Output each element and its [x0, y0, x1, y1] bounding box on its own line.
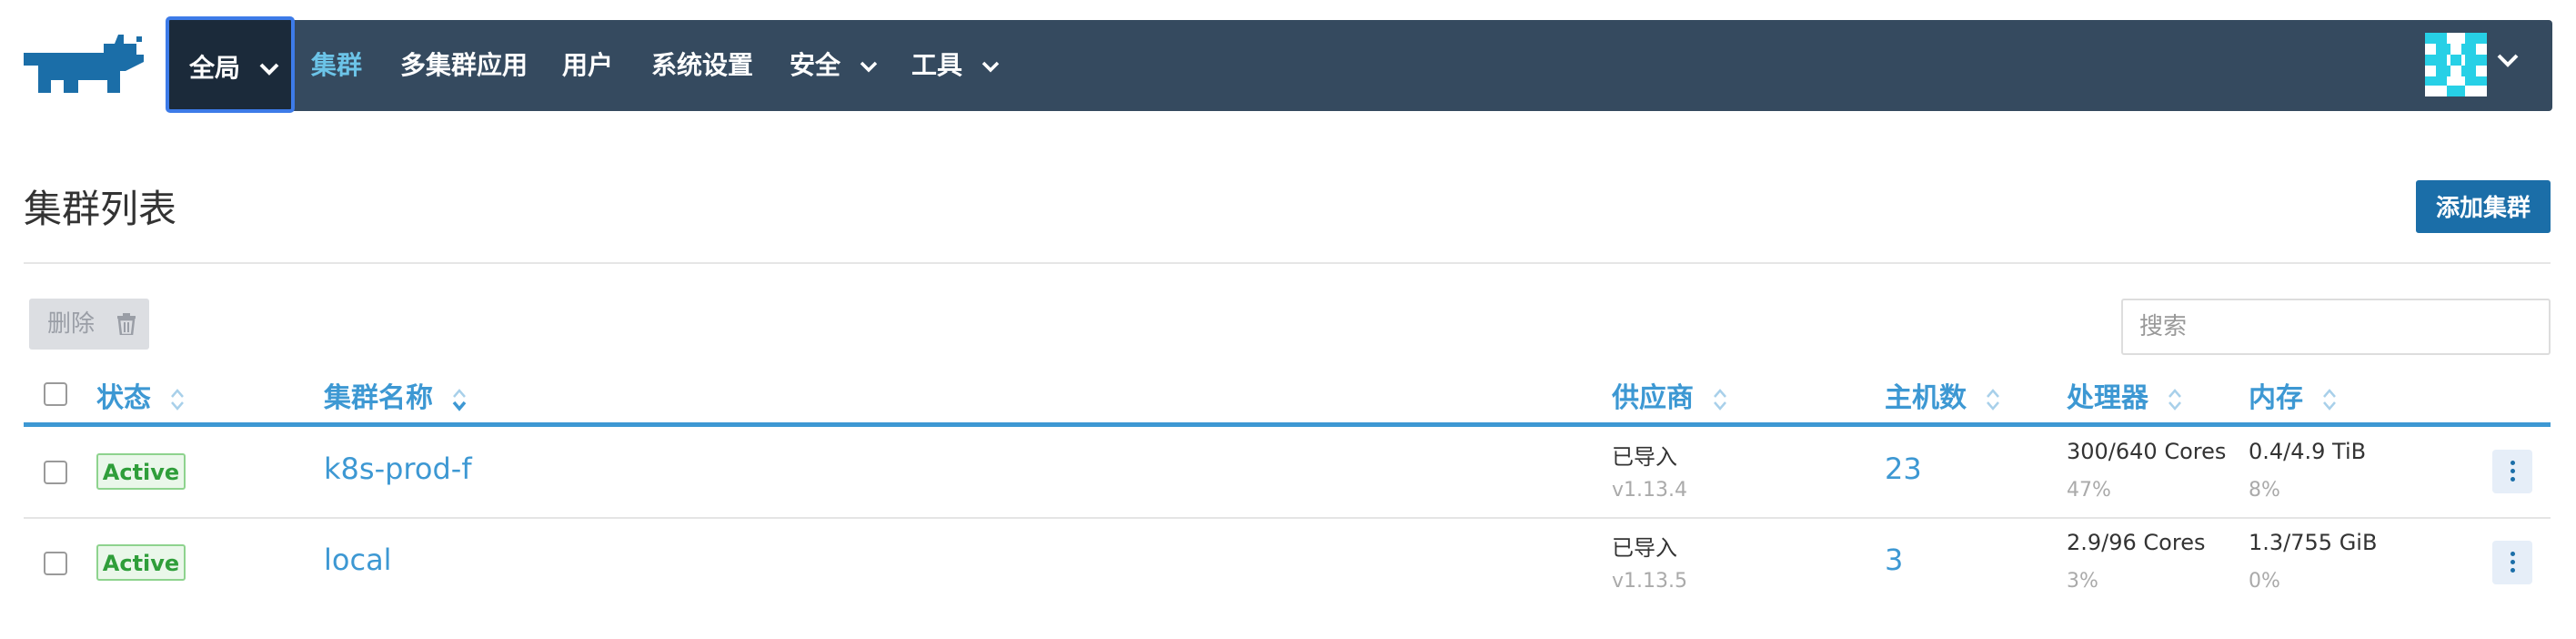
- row-checkbox[interactable]: [44, 461, 67, 484]
- row-actions-button[interactable]: [2492, 450, 2532, 493]
- column-header-label: 主机数: [1885, 382, 1967, 414]
- delete-button-label: 删除: [47, 310, 96, 338]
- nav-item-label: 用户: [562, 50, 614, 80]
- node-count-link[interactable]: 3: [1885, 543, 1903, 577]
- status-badge: Active: [96, 453, 186, 490]
- sort-icon: [171, 388, 185, 411]
- column-header-state[interactable]: 状态: [96, 375, 186, 415]
- nav-item-clusters[interactable]: 集群: [311, 20, 362, 111]
- delete-button[interactable]: 删除: [29, 299, 149, 350]
- chevron-down-icon: [259, 63, 279, 76]
- chevron-down-icon[interactable]: [2496, 53, 2520, 69]
- sort-descending-icon: [453, 388, 467, 411]
- memory-usage: 0.4/4.9 TiB: [2249, 439, 2367, 464]
- provider-text: 已导入: [1612, 535, 1677, 561]
- node-count-link[interactable]: 23: [1885, 451, 1922, 486]
- divider: [24, 262, 2551, 264]
- rancher-logo-icon[interactable]: [24, 35, 146, 98]
- column-header-nodes[interactable]: 主机数: [1885, 375, 2001, 415]
- search-input[interactable]: [2121, 299, 2551, 355]
- nav-item-multi-cluster-apps[interactable]: 多集群应用: [400, 20, 528, 111]
- nav-item-global[interactable]: 全局: [166, 16, 295, 113]
- chevron-down-icon: [981, 61, 1000, 73]
- nav-item-label: 多集群应用: [400, 50, 528, 80]
- column-header-label: 内存: [2249, 382, 2303, 414]
- nav-item-users[interactable]: 用户: [562, 20, 613, 111]
- column-header-label: 处理器: [2067, 382, 2148, 414]
- row-checkbox[interactable]: [44, 552, 67, 575]
- row-actions-button[interactable]: [2492, 541, 2532, 584]
- top-navigation: 全局 集群 多集群应用 用户 系统设置 安全 工具: [0, 0, 2576, 118]
- trash-icon: [117, 313, 136, 335]
- column-header-label: 状态: [96, 382, 151, 414]
- column-header-cpu[interactable]: 处理器: [2067, 375, 2183, 415]
- cluster-name-link[interactable]: local: [324, 543, 392, 577]
- page-title: 集群列表: [24, 187, 177, 231]
- select-all-checkbox[interactable]: [44, 382, 67, 406]
- user-avatar-icon[interactable]: [2425, 33, 2487, 96]
- nav-item-label: 系统设置: [651, 50, 754, 80]
- nav-item-label: 全局: [189, 53, 241, 83]
- provider-text: 已导入: [1612, 444, 1677, 470]
- row-divider: [24, 517, 2551, 519]
- nav-item-label: 集群: [311, 50, 363, 80]
- kubernetes-version: v1.13.4: [1612, 479, 1687, 502]
- nav-item-label: 工具: [911, 50, 963, 80]
- nav-item-tools[interactable]: 工具: [911, 20, 1001, 111]
- cpu-percent: 3%: [2067, 570, 2098, 593]
- nav-item-settings[interactable]: 系统设置: [651, 20, 753, 111]
- add-cluster-button[interactable]: 添加集群: [2416, 180, 2551, 233]
- cluster-name-link[interactable]: k8s-prod-f: [324, 451, 472, 486]
- column-header-cluster-name[interactable]: 集群名称: [324, 375, 468, 415]
- column-header-provider[interactable]: 供应商: [1612, 375, 1728, 415]
- cpu-percent: 47%: [2067, 479, 2111, 502]
- memory-percent: 0%: [2249, 570, 2280, 593]
- column-header-label: 集群名称: [324, 382, 433, 414]
- cpu-usage: 2.9/96 Cores: [2067, 530, 2206, 555]
- memory-usage: 1.3/755 GiB: [2249, 530, 2378, 555]
- nav-item-label: 安全: [790, 50, 841, 80]
- column-header-memory[interactable]: 内存: [2249, 375, 2338, 415]
- sort-icon: [1987, 388, 2000, 411]
- nav-item-security[interactable]: 安全: [790, 20, 879, 111]
- cpu-usage: 300/640 Cores: [2067, 439, 2227, 464]
- header-divider: [24, 422, 2551, 427]
- sort-icon: [1714, 388, 1727, 411]
- kubernetes-version: v1.13.5: [1612, 570, 1687, 593]
- chevron-down-icon: [860, 61, 878, 73]
- column-header-label: 供应商: [1612, 382, 1694, 414]
- status-badge: Active: [96, 544, 186, 581]
- memory-percent: 8%: [2249, 479, 2280, 502]
- sort-icon: [2168, 388, 2182, 411]
- sort-icon: [2323, 388, 2337, 411]
